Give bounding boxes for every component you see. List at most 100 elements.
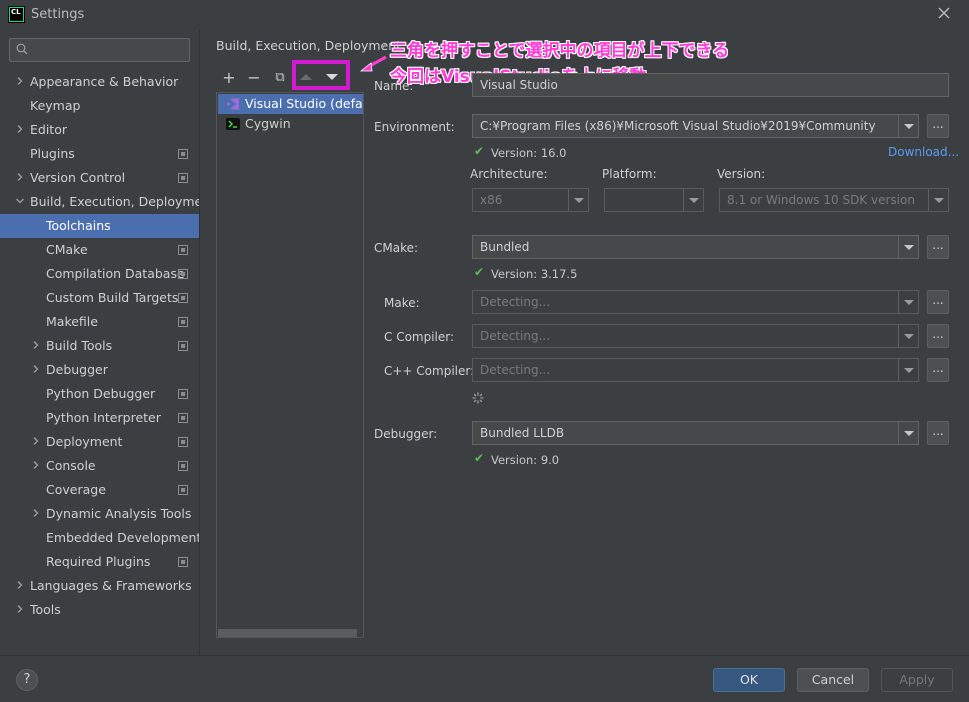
- project-settings-icon: [178, 557, 188, 567]
- chevron-down-icon: [683, 189, 703, 211]
- project-settings-icon: [178, 389, 188, 399]
- breadcrumb-separator: ›: [382, 38, 387, 52]
- chevron-down-icon[interactable]: [15, 190, 25, 214]
- sidebar-item-makefile[interactable]: Makefile: [0, 310, 199, 334]
- app-icon-label: CL: [10, 8, 23, 21]
- toolchain-label: Cygwin: [245, 116, 291, 131]
- sidebar-item-custom-build-targets[interactable]: Custom Build Targets: [0, 286, 199, 310]
- platform-label: Platform:: [602, 167, 657, 181]
- project-settings-icon: [178, 173, 188, 183]
- chevron-right-icon[interactable]: [15, 70, 25, 94]
- toolchain-item-visual-studio[interactable]: Visual Studio (default): [218, 94, 363, 114]
- environment-dropdown[interactable]: C:¥Program Files (x86)¥Microsoft Visual …: [472, 114, 919, 138]
- visual-studio-icon: [227, 98, 239, 110]
- ok-button[interactable]: OK: [713, 668, 785, 692]
- sidebar-item-required-plugins[interactable]: Required Plugins: [0, 550, 199, 574]
- sidebar-item-python-debugger[interactable]: Python Debugger: [0, 382, 199, 406]
- sidebar-item-editor[interactable]: Editor: [0, 118, 199, 142]
- apply-button[interactable]: Apply: [881, 668, 953, 692]
- breadcrumb: Build, Execution, Deployment: [216, 38, 402, 53]
- toolchains-panel: Build, Execution, Deployment › + − ⧉ 三角を…: [199, 30, 969, 655]
- sidebar-item-label: Plugins: [30, 146, 75, 161]
- sidebar-item-compilation-database[interactable]: Compilation Database: [0, 262, 199, 286]
- sidebar-item-debugger[interactable]: Debugger: [0, 358, 199, 382]
- sidebar-item-deployment[interactable]: Deployment: [0, 430, 199, 454]
- close-icon[interactable]: [936, 6, 952, 22]
- sidebar-item-build-execution-deployment[interactable]: Build, Execution, Deployment: [0, 190, 215, 214]
- chevron-right-icon[interactable]: [31, 502, 41, 526]
- cmake-browse-button[interactable]: ...: [927, 235, 949, 259]
- cpp-compiler-browse-button[interactable]: ...: [927, 358, 949, 382]
- project-settings-icon: [178, 461, 188, 471]
- sidebar-item-cmake[interactable]: CMake: [0, 238, 199, 262]
- chevron-right-icon[interactable]: [15, 574, 25, 598]
- chevron-down-icon: [898, 115, 918, 137]
- c-compiler-browse-button[interactable]: ...: [927, 324, 949, 348]
- sidebar-item-toolchains[interactable]: Toolchains: [0, 214, 199, 238]
- c-compiler-dropdown[interactable]: Detecting...: [472, 324, 919, 348]
- project-settings-icon: [178, 269, 188, 279]
- sidebar-item-version-control[interactable]: Version Control: [0, 166, 199, 190]
- cmake-dropdown[interactable]: Bundled: [472, 235, 919, 259]
- chevron-right-icon[interactable]: [15, 598, 25, 622]
- sidebar-item-console[interactable]: Console: [0, 454, 199, 478]
- sidebar-item-label: Version Control: [30, 170, 126, 185]
- chevron-right-icon[interactable]: [31, 334, 41, 358]
- sidebar-item-tools[interactable]: Tools: [0, 598, 199, 622]
- architecture-dropdown[interactable]: x86: [472, 188, 589, 212]
- chevron-right-icon[interactable]: [31, 358, 41, 382]
- remove-toolchain-button[interactable]: −: [244, 68, 264, 88]
- chevron-right-icon[interactable]: [15, 166, 25, 190]
- debugger-dropdown[interactable]: Bundled LLDB: [472, 421, 919, 445]
- copy-toolchain-button[interactable]: ⧉: [270, 68, 290, 88]
- c-compiler-value: Detecting...: [480, 329, 551, 343]
- sidebar-item-languages-frameworks[interactable]: Languages & Frameworks: [0, 574, 199, 598]
- name-label: Name:: [374, 79, 414, 93]
- platform-dropdown[interactable]: [604, 188, 704, 212]
- sidebar-item-label: Keymap: [30, 98, 81, 113]
- toolchain-item-cygwin[interactable]: Cygwin: [218, 114, 363, 134]
- sidebar-item-python-interpreter[interactable]: Python Interpreter: [0, 406, 199, 430]
- cancel-button[interactable]: Cancel: [797, 668, 869, 692]
- sidebar-item-label: Appearance & Behavior: [30, 74, 179, 89]
- horizontal-scrollbar[interactable]: [218, 629, 357, 637]
- sidebar-item-build-tools[interactable]: Build Tools: [0, 334, 199, 358]
- loading-spinner-icon: [472, 392, 484, 404]
- debugger-value: Bundled LLDB: [480, 426, 565, 440]
- cmake-value: Bundled: [480, 240, 530, 254]
- sidebar-item-coverage[interactable]: Coverage: [0, 478, 199, 502]
- chevron-right-icon[interactable]: [15, 118, 25, 142]
- sidebar-item-label: Python Debugger: [46, 386, 156, 401]
- debugger-browse-button[interactable]: ...: [927, 421, 949, 445]
- environment-value: C:¥Program Files (x86)¥Microsoft Visual …: [480, 119, 876, 133]
- chevron-right-icon[interactable]: [31, 430, 41, 454]
- sidebar-item-dynamic-analysis-tools[interactable]: Dynamic Analysis Tools: [0, 502, 199, 526]
- settings-search-input[interactable]: [9, 38, 190, 62]
- environment-browse-button[interactable]: ...: [927, 114, 949, 138]
- move-up-icon[interactable]: [300, 74, 312, 80]
- download-link[interactable]: Download...: [888, 145, 959, 159]
- sidebar-item-plugins[interactable]: Plugins: [0, 142, 199, 166]
- sidebar-item-label: Build, Execution, Deployment: [30, 194, 216, 209]
- help-button[interactable]: ?: [16, 669, 38, 691]
- debugger-label: Debugger:: [374, 427, 438, 441]
- sdk-version-value: 8.1 or Windows 10 SDK version: [727, 193, 915, 207]
- chevron-down-icon: [898, 422, 918, 444]
- settings-sidebar: Appearance & Behavior Keymap Editor Plugins…: [0, 30, 215, 655]
- chevron-right-icon[interactable]: [31, 454, 41, 478]
- move-down-icon[interactable]: [326, 74, 338, 80]
- sdk-version-dropdown[interactable]: 8.1 or Windows 10 SDK version: [719, 188, 949, 212]
- cpp-compiler-dropdown[interactable]: Detecting...: [472, 358, 919, 382]
- add-toolchain-button[interactable]: +: [219, 68, 239, 88]
- checkmark-icon: ✔: [474, 265, 485, 279]
- chevron-down-icon: [928, 189, 948, 211]
- search-icon: [16, 43, 28, 55]
- make-dropdown[interactable]: Detecting...: [472, 290, 919, 314]
- make-browse-button[interactable]: ...: [927, 290, 949, 314]
- sidebar-item-appearance-behavior[interactable]: Appearance & Behavior: [0, 70, 199, 94]
- name-input[interactable]: Visual Studio: [472, 73, 949, 97]
- title-bar: CL Settings: [0, 0, 969, 30]
- sidebar-item-embedded-development[interactable]: Embedded Development: [0, 526, 201, 550]
- chevron-down-icon: [568, 189, 588, 211]
- sidebar-item-keymap[interactable]: Keymap: [0, 94, 199, 118]
